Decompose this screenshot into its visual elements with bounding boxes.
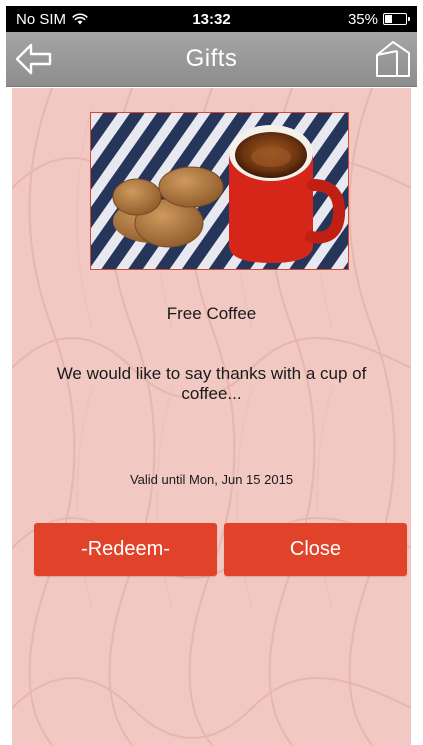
- coffee-cookies-photo: [90, 112, 349, 270]
- status-bar: No SIM 13:32 35%: [6, 6, 417, 32]
- battery-level: [385, 15, 392, 23]
- gift-screen: No SIM 13:32 35% Gifts Free Coffee We wo…: [0, 0, 423, 745]
- navigation-bar: Gifts: [6, 32, 417, 87]
- status-left: No SIM: [16, 11, 88, 28]
- wifi-icon: [72, 13, 88, 25]
- gift-description: We would like to say thanks with a cup o…: [56, 364, 367, 403]
- gift-validity: Valid until Mon, Jun 15 2015: [129, 472, 294, 487]
- carrier-label: No SIM: [16, 10, 67, 28]
- battery-percent: 35%: [347, 10, 378, 28]
- battery-icon: [383, 13, 410, 25]
- gift-content: Free Coffee We would like to say thanks …: [12, 88, 411, 745]
- close-button[interactable]: Close: [224, 523, 407, 576]
- gift-title: Free Coffee: [166, 304, 257, 323]
- coffee-cookies-illustration: [91, 113, 348, 269]
- redeem-button[interactable]: -Redeem-: [34, 523, 217, 576]
- back-arrow-icon[interactable]: [14, 41, 54, 77]
- home-icon[interactable]: [373, 39, 413, 79]
- status-right: 35%: [347, 10, 410, 28]
- page-title: Gifts: [185, 45, 238, 72]
